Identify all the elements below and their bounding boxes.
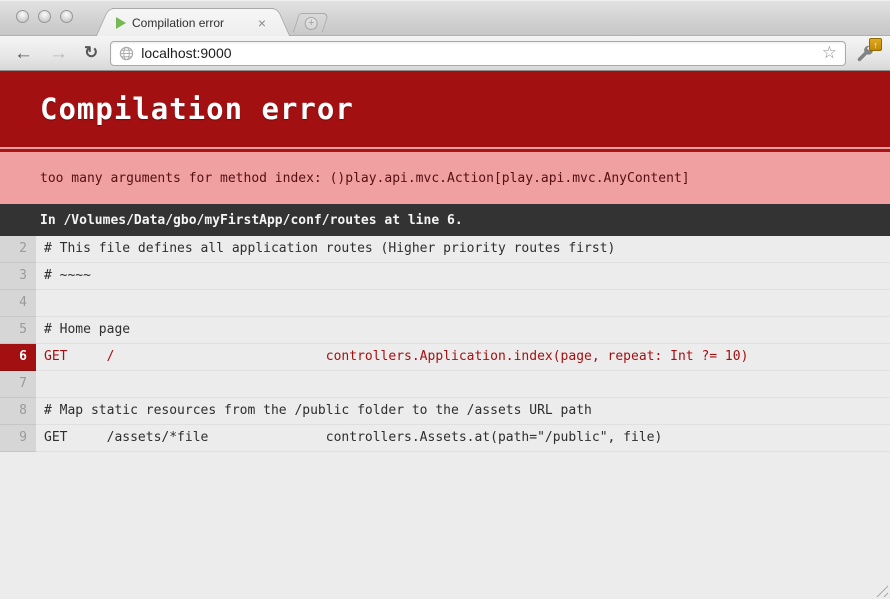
back-button[interactable]: ← — [10, 44, 37, 63]
error-location-bar: In /Volumes/Data/gbo/myFirstApp/conf/rou… — [0, 204, 890, 236]
error-header: Compilation error — [0, 71, 890, 149]
code-line-row: 3 # ~~~~ — [0, 263, 890, 290]
window-zoom-button[interactable] — [60, 10, 73, 23]
code-listing: 2 # This file defines all application ro… — [0, 236, 890, 452]
line-code: GET /assets/*file controllers.Assets.at(… — [36, 425, 890, 452]
line-code — [36, 371, 890, 398]
update-badge: ↑ — [869, 38, 882, 51]
code-line-row: 5 # Home page — [0, 317, 890, 344]
line-number: 5 — [0, 317, 36, 344]
forward-button[interactable]: → — [45, 44, 72, 63]
new-tab-button[interactable]: + — [293, 13, 329, 32]
line-number: 2 — [0, 236, 36, 263]
line-number: 6 — [0, 344, 36, 371]
line-code: # This file defines all application rout… — [36, 236, 890, 263]
window-close-button[interactable] — [16, 10, 29, 23]
tab-title: Compilation error — [132, 16, 248, 30]
code-line-row: 7 — [0, 371, 890, 398]
code-line-row: 6 GET / controllers.Application.index(pa… — [0, 344, 890, 371]
line-number: 8 — [0, 398, 36, 425]
tab-close-icon[interactable]: × — [254, 14, 270, 32]
bookmark-star-icon[interactable]: ☆ — [822, 43, 837, 63]
browser-toolbar: ← → ↻ localhost:9000 ☆ ↑ — [0, 36, 890, 71]
window-resize-grip[interactable] — [873, 582, 888, 597]
line-number: 4 — [0, 290, 36, 317]
line-code — [36, 290, 890, 317]
line-code: GET / controllers.Application.index(page… — [36, 344, 890, 371]
error-detail-text: too many arguments for method index: ()p… — [40, 171, 690, 186]
line-number: 3 — [0, 263, 36, 290]
line-number: 9 — [0, 425, 36, 452]
error-location-text: In /Volumes/Data/gbo/myFirstApp/conf/rou… — [40, 213, 463, 228]
error-detail-bar: too many arguments for method index: ()p… — [0, 149, 890, 204]
browser-tab[interactable]: Compilation error × — [112, 8, 274, 36]
line-code: # ~~~~ — [36, 263, 890, 290]
browser-menu-button[interactable]: ↑ — [854, 40, 880, 66]
globe-icon — [119, 46, 134, 61]
tab-strip: Compilation error × + — [0, 0, 890, 36]
code-line-row: 2 # This file defines all application ro… — [0, 236, 890, 263]
page-title: Compilation error — [40, 92, 354, 126]
play-favicon-icon — [116, 17, 126, 29]
window-controls — [16, 10, 73, 23]
code-line-row: 8 # Map static resources from the /publi… — [0, 398, 890, 425]
window-minimize-button[interactable] — [38, 10, 51, 23]
line-number: 7 — [0, 371, 36, 398]
line-code: # Map static resources from the /public … — [36, 398, 890, 425]
address-bar[interactable]: localhost:9000 ☆ — [110, 41, 846, 66]
code-line-row: 4 — [0, 290, 890, 317]
url-text[interactable]: localhost:9000 — [141, 45, 815, 61]
reload-button[interactable]: ↻ — [80, 43, 102, 63]
plus-icon: + — [304, 17, 317, 30]
code-line-row: 9 GET /assets/*file controllers.Assets.a… — [0, 425, 890, 452]
line-code: # Home page — [36, 317, 890, 344]
